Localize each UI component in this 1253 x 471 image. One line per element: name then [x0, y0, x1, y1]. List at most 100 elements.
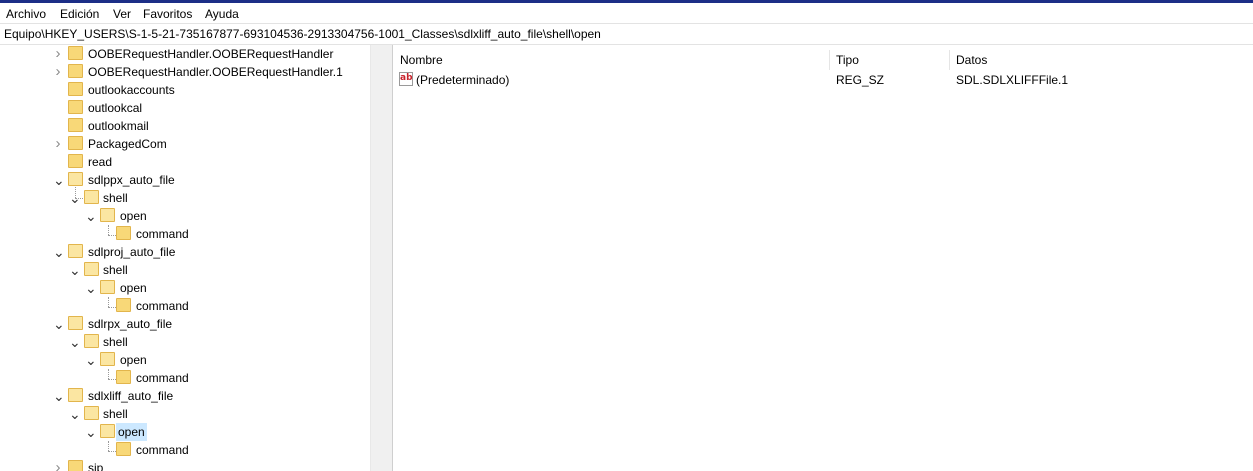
- tree-node[interactable]: ⌄ sdlxliff_auto_file: [0, 387, 370, 405]
- chevron-right-icon[interactable]: ›: [53, 135, 63, 153]
- value-name[interactable]: (Predeterminado): [416, 72, 509, 88]
- tree-node[interactable]: ⌄ open: [0, 279, 370, 297]
- address-path[interactable]: Equipo\HKEY_USERS\S-1-5-21-735167877-693…: [4, 27, 601, 41]
- chevron-down-icon[interactable]: ⌄: [69, 189, 81, 207]
- menu-favoritos[interactable]: Favoritos: [140, 6, 195, 22]
- tree-node[interactable]: ⌄ open: [0, 351, 370, 369]
- value-type[interactable]: REG_SZ: [836, 72, 884, 88]
- tree-node[interactable]: read: [0, 153, 370, 171]
- tree-node[interactable]: › sip: [0, 459, 370, 471]
- menu-edicion[interactable]: Edición: [57, 6, 102, 22]
- chevron-right-icon[interactable]: ›: [53, 45, 63, 63]
- tree-node-label[interactable]: sip: [86, 459, 105, 471]
- tree-node-label[interactable]: command: [134, 441, 191, 459]
- tree-node[interactable]: ⌄ sdlproj_auto_file: [0, 243, 370, 261]
- tree-node-label[interactable]: sdlproj_auto_file: [86, 243, 177, 261]
- tree-node[interactable]: › PackagedCom: [0, 135, 370, 153]
- folder-open-icon: [100, 424, 115, 438]
- tree-node[interactable]: command: [0, 441, 370, 459]
- folder-icon: [68, 82, 83, 96]
- column-header-data[interactable]: Datos: [956, 52, 987, 68]
- tree-node[interactable]: outlookaccounts: [0, 81, 370, 99]
- tree-node-label[interactable]: PackagedCom: [86, 135, 169, 153]
- chevron-down-icon[interactable]: ⌄: [69, 333, 81, 351]
- tree-node-label[interactable]: shell: [101, 261, 130, 279]
- tree-node-label[interactable]: read: [86, 153, 114, 171]
- chevron-down-icon[interactable]: ⌄: [53, 387, 65, 405]
- folder-open-icon: [84, 406, 99, 420]
- chevron-down-icon[interactable]: ⌄: [85, 207, 97, 225]
- tree-node[interactable]: ⌄ sdlppx_auto_file: [0, 171, 370, 189]
- folder-icon: [68, 100, 83, 114]
- folder-icon: [68, 46, 83, 60]
- folder-icon: [68, 460, 83, 471]
- tree-node-label[interactable]: command: [134, 369, 191, 387]
- tree-node[interactable]: ⌄ shell: [0, 261, 370, 279]
- tree-node-label[interactable]: open: [116, 423, 147, 441]
- chevron-right-icon[interactable]: ›: [53, 459, 63, 471]
- menu-ayuda[interactable]: Ayuda: [202, 6, 242, 22]
- menu-ver[interactable]: Ver: [110, 6, 134, 22]
- tree-node-label[interactable]: OOBERequestHandler.OOBERequestHandler: [86, 45, 335, 63]
- tree-node-label[interactable]: open: [118, 207, 149, 225]
- chevron-down-icon[interactable]: ⌄: [53, 243, 65, 261]
- folder-icon: [116, 226, 131, 240]
- chevron-down-icon[interactable]: ⌄: [85, 423, 97, 441]
- folder-open-icon: [84, 334, 99, 348]
- tree-node[interactable]: › OOBERequestHandler.OOBERequestHandler.1: [0, 63, 370, 81]
- address-bar[interactable]: Equipo\HKEY_USERS\S-1-5-21-735167877-693…: [0, 23, 1253, 45]
- tree-node[interactable]: command: [0, 225, 370, 243]
- tree-node[interactable]: command: [0, 369, 370, 387]
- tree-node-label[interactable]: shell: [101, 405, 130, 423]
- tree-node[interactable]: outlookcal: [0, 99, 370, 117]
- tree-node-label[interactable]: command: [134, 225, 191, 243]
- folder-open-icon: [100, 208, 115, 222]
- tree-node[interactable]: ⌄ shell: [0, 189, 370, 207]
- tree-node-label[interactable]: outlookaccounts: [86, 81, 177, 99]
- column-header-type[interactable]: Tipo: [836, 52, 859, 68]
- chevron-down-icon[interactable]: ⌄: [53, 171, 65, 189]
- tree-node[interactable]: ⌄ shell: [0, 333, 370, 351]
- tree-node-selected[interactable]: ⌄ open: [0, 423, 370, 441]
- folder-open-icon: [84, 262, 99, 276]
- column-separator[interactable]: [949, 50, 950, 70]
- tree-node-label[interactable]: sdlppx_auto_file: [86, 171, 177, 189]
- tree-node-label[interactable]: sdlxliff_auto_file: [86, 387, 175, 405]
- folder-open-icon: [68, 316, 83, 330]
- chevron-down-icon[interactable]: ⌄: [85, 351, 97, 369]
- tree-node-label[interactable]: open: [118, 351, 149, 369]
- tree-node-label[interactable]: command: [134, 297, 191, 315]
- values-list: Nombre Tipo Datos ab (Predeterminado) RE…: [393, 45, 1253, 471]
- tree-node-label[interactable]: shell: [101, 333, 130, 351]
- chevron-down-icon[interactable]: ⌄: [85, 279, 97, 297]
- folder-icon: [68, 136, 83, 150]
- folder-open-icon: [100, 280, 115, 294]
- column-header-name[interactable]: Nombre: [400, 52, 443, 68]
- tree-node[interactable]: outlookmail: [0, 117, 370, 135]
- chevron-down-icon[interactable]: ⌄: [69, 405, 81, 423]
- tree-node-label[interactable]: outlookcal: [86, 99, 144, 117]
- menu-bar: Archivo Edición Ver Favoritos Ayuda: [0, 3, 1253, 23]
- tree-node[interactable]: ⌄ open: [0, 207, 370, 225]
- chevron-right-icon[interactable]: ›: [53, 63, 63, 81]
- tree-scrollbar[interactable]: [370, 45, 388, 471]
- column-separator[interactable]: [829, 50, 830, 70]
- tree-node-label[interactable]: shell: [101, 189, 130, 207]
- registry-tree: › OOBERequestHandler.OOBERequestHandler ›…: [0, 45, 387, 471]
- value-data[interactable]: SDL.SDLXLIFFFile.1: [956, 72, 1068, 88]
- tree-node[interactable]: command: [0, 297, 370, 315]
- menu-archivo[interactable]: Archivo: [3, 6, 49, 22]
- tree-node-label[interactable]: OOBERequestHandler.OOBERequestHandler.1: [86, 63, 345, 81]
- tree-node-label[interactable]: open: [118, 279, 149, 297]
- tree-node[interactable]: ⌄ sdlrpx_auto_file: [0, 315, 370, 333]
- folder-open-icon: [84, 190, 99, 204]
- tree-node[interactable]: ⌄ shell: [0, 405, 370, 423]
- folder-icon: [68, 154, 83, 168]
- folder-open-icon: [68, 388, 83, 402]
- tree-node-label[interactable]: outlookmail: [86, 117, 151, 135]
- chevron-down-icon[interactable]: ⌄: [69, 261, 81, 279]
- chevron-down-icon[interactable]: ⌄: [53, 315, 65, 333]
- string-value-icon: ab: [399, 72, 413, 86]
- tree-node-label[interactable]: sdlrpx_auto_file: [86, 315, 174, 333]
- tree-node[interactable]: › OOBERequestHandler.OOBERequestHandler: [0, 45, 370, 63]
